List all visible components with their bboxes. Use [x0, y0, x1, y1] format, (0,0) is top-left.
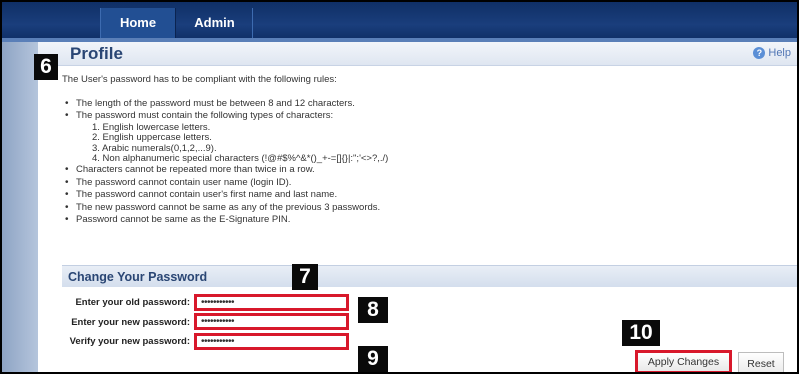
verify-password-value: ••••••••••• [201, 336, 235, 347]
new-password-field[interactable]: ••••••••••• [194, 313, 349, 330]
callout-6: 6 [34, 54, 58, 80]
left-gutter [2, 42, 38, 372]
rule-no-name: The password cannot contain user's first… [62, 189, 388, 202]
rule-char-types: The password must contain the following … [62, 110, 388, 123]
rule-length: The length of the password must be betwe… [62, 98, 388, 111]
rules-intro: The User's password has to be compliant … [62, 74, 337, 85]
profile-header: Profile ? Help [38, 42, 797, 66]
tab-admin[interactable]: Admin [177, 8, 253, 38]
change-password-header: Change Your Password [62, 265, 797, 287]
rule-esignature: Password cannot be same as the E-Signatu… [62, 214, 388, 227]
password-rules-list: The length of the password must be betwe… [62, 98, 389, 227]
help-label: Help [768, 47, 791, 59]
page-title: Profile [70, 44, 123, 63]
help-icon: ? [753, 47, 766, 59]
old-password-field[interactable]: ••••••••••• [194, 294, 349, 311]
section-title: Change Your Password [68, 270, 208, 284]
callout-7: 7 [292, 264, 318, 290]
old-password-value: ••••••••••• [201, 297, 235, 308]
callout-9: 9 [358, 346, 388, 372]
new-password-label: Enter your new password: [71, 317, 190, 328]
help-link[interactable]: ? Help [753, 47, 791, 59]
new-password-value: ••••••••••• [201, 316, 235, 327]
apply-changes-button[interactable]: Apply Changes [635, 350, 732, 372]
char-type-special: 4. Non alphanumeric special characters (… [92, 153, 389, 165]
rule-no-username: The password cannot contain user name (l… [62, 177, 388, 190]
callout-10: 10 [622, 320, 660, 346]
top-navigation-bar: Home Admin [2, 2, 797, 40]
callout-8: 8 [358, 297, 388, 323]
reset-button[interactable]: Reset [738, 352, 784, 372]
verify-password-field[interactable]: ••••••••••• [194, 333, 349, 350]
rule-no-repeat: Characters cannot be repeated more than … [62, 164, 388, 177]
screenshot-frame: Home Admin Profile ? Help The User's pas… [0, 0, 799, 374]
old-password-label: Enter your old password: [75, 297, 190, 308]
tab-home[interactable]: Home [100, 8, 176, 38]
rule-history: The new password cannot be same as any o… [62, 202, 388, 215]
verify-password-label: Verify your new password: [69, 336, 190, 347]
